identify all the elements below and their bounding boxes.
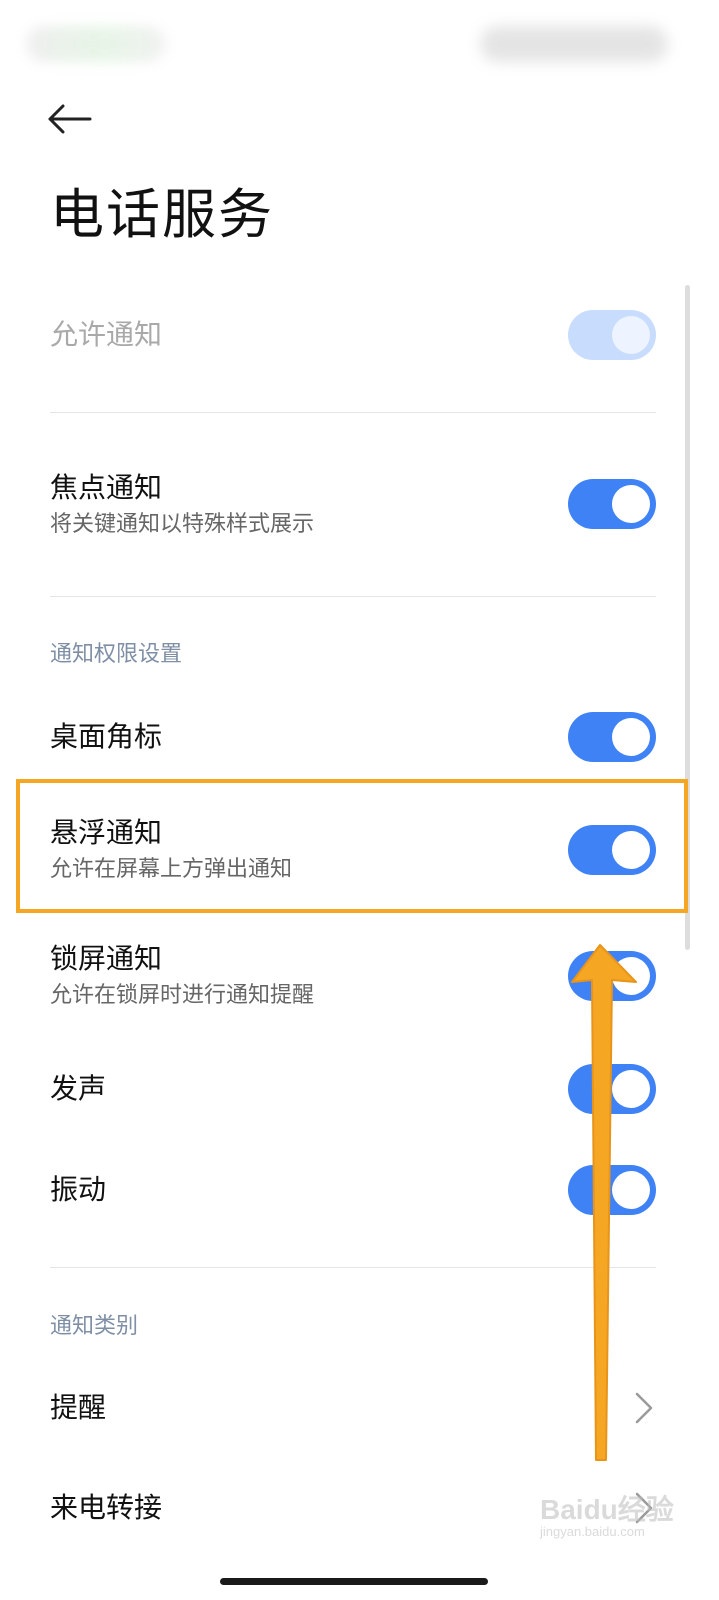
back-button[interactable] (46, 96, 102, 142)
up-arrow-annotation-icon (571, 944, 637, 1461)
lockscreen-notifications-subtitle: 允许在锁屏时进行通知提醒 (50, 983, 315, 1008)
section-header-permissions: 通知权限设置 (50, 642, 183, 667)
allow-notifications-toggle[interactable] (568, 310, 656, 360)
status-bar-left-blurred (26, 26, 166, 62)
lockscreen-notifications-label: 锁屏通知 (50, 942, 163, 975)
focus-notifications-label: 焦点通知 (50, 471, 163, 504)
highlight-annotation-box (16, 779, 688, 913)
focus-notifications-toggle[interactable] (568, 479, 656, 529)
vibrate-label: 振动 (50, 1173, 107, 1206)
reminder-label: 提醒 (50, 1391, 107, 1424)
toggle-knob (612, 485, 650, 523)
row-app-badge[interactable]: 桌面角标 (50, 712, 656, 762)
row-allow-notifications: 允许通知 (50, 305, 656, 365)
focus-notifications-subtitle: 将关键通知以特殊样式展示 (50, 512, 315, 537)
arrow-left-icon (48, 104, 92, 134)
page-title: 电话服务 (50, 183, 274, 246)
status-bar-right-blurred (480, 26, 668, 62)
app-badge-label: 桌面角标 (50, 720, 163, 753)
row-focus-notifications[interactable]: 焦点通知 将关键通知以特殊样式展示 (50, 470, 656, 542)
app-badge-toggle[interactable] (568, 712, 656, 762)
toggle-knob (612, 718, 650, 756)
baidu-watermark: Baidu经验 jingyan.baidu.com (540, 1488, 680, 1548)
divider (50, 596, 656, 597)
watermark-logo-text: Baidu经验 (540, 1494, 674, 1525)
sound-label: 发声 (50, 1072, 107, 1105)
call-forwarding-label: 来电转接 (50, 1491, 163, 1524)
toggle-knob (612, 316, 650, 354)
allow-notifications-label: 允许通知 (50, 318, 163, 351)
divider (50, 412, 656, 413)
section-header-categories: 通知类别 (50, 1314, 139, 1339)
watermark-url: jingyan.baidu.com (540, 1524, 645, 1539)
home-indicator[interactable] (220, 1578, 488, 1585)
